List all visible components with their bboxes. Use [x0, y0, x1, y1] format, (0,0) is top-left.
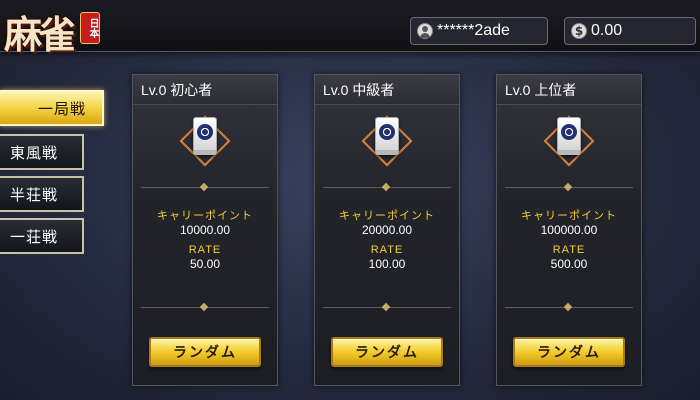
- rate-value: 100.00: [368, 257, 406, 271]
- room-title: Lv.0 初心者: [133, 75, 277, 105]
- sidebar-item-hanchan[interactable]: 半荘戦: [0, 176, 84, 212]
- divider: [323, 182, 451, 192]
- game-logo: 麻雀 日本: [4, 2, 100, 57]
- rate-label: RATE: [370, 244, 404, 256]
- logo-text: 麻雀: [4, 12, 76, 57]
- random-button[interactable]: ランダム: [149, 337, 261, 367]
- sidebar-item-ichichan[interactable]: 一荘戦: [0, 218, 84, 254]
- user-info[interactable]: ******2ade: [410, 17, 548, 45]
- rate-value: 50.00: [189, 257, 221, 271]
- rate-label: RATE: [188, 244, 222, 256]
- mahjong-tile-icon: [179, 115, 231, 167]
- room-stats: キャリーポイント 10000.00 RATE 50.00: [133, 209, 277, 271]
- room-title: Lv.0 上位者: [497, 75, 641, 105]
- sidebar-item-tonpu[interactable]: 東風戦: [0, 134, 84, 170]
- room-card-intermediate: Lv.0 中級者 キャリーポイント 20000.00 RATE 100.00 ラ…: [314, 74, 460, 386]
- room-card-advanced: Lv.0 上位者 キャリーポイント 100000.00 RATE 500.00 …: [496, 74, 642, 386]
- carry-points-value: 20000.00: [361, 223, 413, 237]
- logo-badge: 日本: [80, 12, 100, 44]
- room-card-beginner: Lv.0 初心者 キャリーポイント 10000.00 RATE 50.00 ラン…: [132, 74, 278, 386]
- random-button[interactable]: ランダム: [331, 337, 443, 367]
- room-title: Lv.0 中級者: [315, 75, 459, 105]
- random-button[interactable]: ランダム: [513, 337, 625, 367]
- room-stats: キャリーポイント 20000.00 RATE 100.00: [315, 209, 459, 271]
- divider: [505, 182, 633, 192]
- balance-value: 0.00: [591, 22, 623, 39]
- room-stats: キャリーポイント 100000.00 RATE 500.00: [497, 209, 641, 271]
- dollar-coin-icon: $: [571, 23, 587, 39]
- carry-points-value: 10000.00: [179, 223, 231, 237]
- mahjong-tile-icon: [361, 115, 413, 167]
- divider: [323, 302, 451, 312]
- sidebar-item-ikkyoku[interactable]: 一局戦: [0, 90, 104, 126]
- carry-points-value: 100000.00: [540, 223, 598, 237]
- mahjong-tile-icon: [543, 115, 595, 167]
- username: ******2ade: [437, 22, 510, 39]
- divider: [141, 182, 269, 192]
- rate-label: RATE: [552, 244, 586, 256]
- divider: [141, 302, 269, 312]
- carry-points-label: キャリーポイント: [157, 209, 253, 222]
- user-icon: [417, 23, 433, 39]
- carry-points-label: キャリーポイント: [521, 209, 617, 222]
- balance-display[interactable]: $ 0.00: [564, 17, 696, 45]
- divider: [505, 302, 633, 312]
- top-bar: 麻雀 日本 ******2ade $ 0.00: [0, 0, 700, 57]
- carry-points-label: キャリーポイント: [339, 209, 435, 222]
- rate-value: 500.00: [550, 257, 588, 271]
